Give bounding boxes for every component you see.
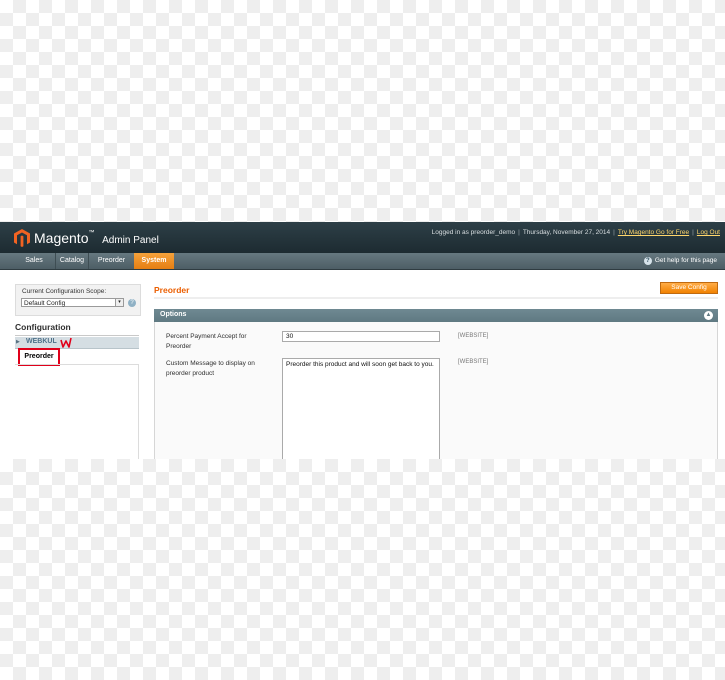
divider: [154, 297, 718, 299]
percent-payment-input[interactable]: 30: [282, 331, 440, 342]
red-annotation-mark-icon: [60, 337, 72, 348]
custom-message-textarea[interactable]: Preorder this product and will soon get …: [282, 358, 440, 459]
page-title: Preorder: [154, 285, 190, 295]
sidebar-item-preorder[interactable]: Preorder: [20, 350, 58, 364]
separator: |: [692, 229, 694, 236]
scope-help-icon[interactable]: ?: [128, 299, 136, 307]
save-config-button[interactable]: Save Config: [660, 282, 718, 294]
nav-item-sales[interactable]: Sales: [13, 253, 56, 269]
scope-label: Current Configuration Scope:: [22, 288, 107, 295]
chevron-down-icon: ▾: [115, 299, 123, 306]
brand-name: Magento: [34, 230, 89, 246]
custom-message-label: Custom Message to display on preorder pr…: [166, 360, 255, 377]
logout-link[interactable]: Log Out: [697, 229, 720, 236]
trademark: ™: [88, 230, 95, 236]
divider: [15, 335, 139, 336]
help-icon: ?: [643, 257, 652, 265]
scope-select-value: Default Config: [24, 300, 66, 307]
header-user-links: Logged in as preorder_demo | Thursday, Nov…: [432, 229, 720, 236]
caret-right-icon: ▶: [16, 339, 20, 345]
magento-logo-icon: [14, 229, 30, 247]
nav-item-preorder[interactable]: Preorder: [89, 253, 135, 269]
fieldset-title: Options: [160, 311, 187, 318]
scope-select[interactable]: Default Config ▾: [21, 298, 124, 307]
help-link-label: Get help for this page: [654, 257, 717, 264]
configuration-title: Configuration: [15, 322, 71, 332]
fieldset-options-header[interactable]: Options ▲: [154, 309, 718, 322]
sidebar-frame: [15, 364, 139, 459]
help-link[interactable]: ? Get help for this page: [643, 253, 717, 269]
separator: |: [518, 229, 520, 236]
admin-screenshot: Magento™ Admin Panel Logged in as preord…: [0, 222, 725, 459]
scope-tag: [WEBSITE]: [458, 359, 489, 365]
separator: |: [613, 229, 615, 236]
background-top: [0, 0, 725, 222]
magento-logo[interactable]: Magento™ Admin Panel: [14, 228, 159, 248]
percent-payment-label: Percent Payment Accept for Preorder: [166, 333, 247, 350]
collapse-icon[interactable]: ▲: [704, 311, 713, 320]
scope-tag: [WEBSITE]: [458, 333, 489, 339]
logged-in-text: Logged in as preorder_demo: [431, 229, 516, 236]
admin-header: Magento™ Admin Panel Logged in as preord…: [0, 222, 725, 254]
current-date: Thursday, November 27, 2014: [522, 229, 611, 236]
brand-subtitle: Admin Panel: [102, 235, 159, 246]
scope-switcher: Current Configuration Scope: Default Con…: [15, 284, 141, 316]
background-bottom: [0, 459, 725, 680]
main-nav: Sales Catalog Preorder System ? Get help…: [0, 253, 725, 270]
nav-item-catalog[interactable]: Catalog: [56, 253, 89, 269]
nav-item-system[interactable]: System: [134, 253, 174, 269]
try-magento-go-link[interactable]: Try Magento Go for Free: [618, 229, 689, 236]
config-group-label: WEBKUL: [26, 338, 57, 345]
